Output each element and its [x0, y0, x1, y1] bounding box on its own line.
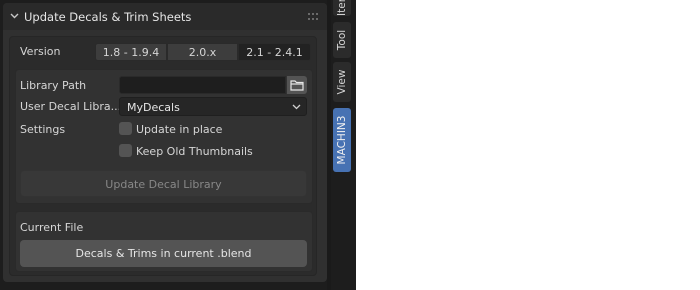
- decals-in-current-blend-button[interactable]: Decals & Trims in current .blend: [20, 240, 307, 267]
- settings-label: Settings: [20, 123, 66, 136]
- chevron-down-icon: [292, 104, 301, 110]
- user-decal-library-value: MyDecals: [127, 101, 180, 114]
- keep-old-thumbnails-label[interactable]: Keep Old Thumbnails: [136, 145, 253, 158]
- version-option-2-0[interactable]: 2.0.x: [167, 43, 238, 61]
- library-path-label: Library Path: [20, 79, 87, 92]
- library-path-field[interactable]: [119, 76, 286, 94]
- user-decal-library-label: User Decal Libra...: [20, 100, 122, 113]
- keep-old-thumbnails-checkbox[interactable]: [119, 144, 132, 157]
- version-option-2-1[interactable]: 2.1 - 2.4.1: [238, 43, 311, 61]
- tab-item-label: Item: [336, 0, 348, 16]
- update-in-place-checkbox[interactable]: [119, 122, 132, 135]
- panel-header[interactable]: Update Decals & Trim Sheets: [3, 3, 327, 30]
- version-option-1-8[interactable]: 1.8 - 1.9.4: [95, 43, 167, 61]
- tab-view-label: View: [336, 69, 348, 95]
- folder-icon: [290, 80, 304, 91]
- tab-view[interactable]: View: [333, 62, 351, 102]
- version-label: Version: [20, 45, 61, 58]
- panel-title: Update Decals & Trim Sheets: [24, 10, 192, 24]
- user-decal-library-dropdown[interactable]: MyDecals: [119, 97, 307, 116]
- chevron-down-icon[interactable]: [8, 9, 21, 22]
- browse-folder-button[interactable]: [287, 76, 307, 94]
- update-decal-library-button[interactable]: Update Decal Library: [20, 170, 307, 197]
- tab-tool[interactable]: Tool: [333, 22, 351, 58]
- tab-machin3-label: MACHIN3: [336, 115, 348, 165]
- tab-machin3[interactable]: MACHIN3: [333, 108, 351, 172]
- properties-region: Update Decals & Trim Sheets Version 1.8 …: [0, 0, 356, 290]
- current-file-label: Current File: [20, 221, 84, 234]
- tab-tool-label: Tool: [336, 29, 348, 51]
- tab-item[interactable]: Item: [333, 0, 351, 16]
- sidebar-tabs: Item Tool View MACHIN3: [331, 0, 356, 290]
- update-in-place-label[interactable]: Update in place: [136, 123, 222, 136]
- drag-grip-icon[interactable]: [308, 12, 320, 22]
